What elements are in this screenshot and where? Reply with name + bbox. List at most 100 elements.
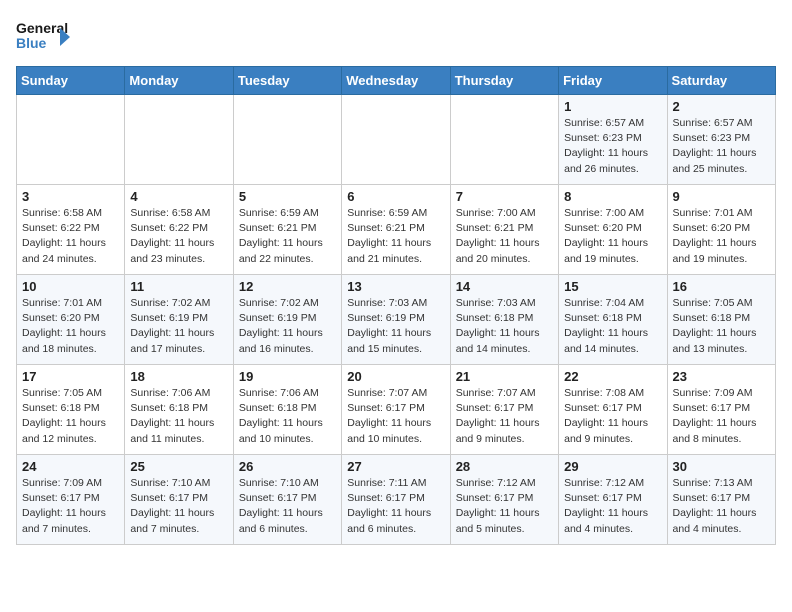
day-number: 6 <box>347 189 444 204</box>
calendar-cell: 29Sunrise: 7:12 AM Sunset: 6:17 PM Dayli… <box>559 455 667 545</box>
calendar-header-row: SundayMondayTuesdayWednesdayThursdayFrid… <box>17 67 776 95</box>
calendar-cell: 27Sunrise: 7:11 AM Sunset: 6:17 PM Dayli… <box>342 455 450 545</box>
day-info: Sunrise: 7:07 AM Sunset: 6:17 PM Dayligh… <box>347 386 444 447</box>
header: GeneralBlue <box>16 16 776 58</box>
day-number: 7 <box>456 189 553 204</box>
calendar-cell: 21 Sunrise: 7:07 AM Sunset: 6:17 PM Dayli… <box>450 365 558 455</box>
calendar-cell: 20 Sunrise: 7:07 AM Sunset: 6:17 PM Dayli… <box>342 365 450 455</box>
calendar-cell: 3 Sunrise: 6:58 AM Sunset: 6:22 PM Daylig… <box>17 185 125 275</box>
day-info: Sunrise: 7:13 AM Sunset: 6:17 PM Dayligh… <box>673 476 770 537</box>
day-number: 10 <box>22 279 119 294</box>
calendar-cell: 19 Sunrise: 7:06 AM Sunset: 6:18 PM Dayli… <box>233 365 341 455</box>
day-info: Sunrise: 7:12 AM Sunset: 6:17 PM Dayligh… <box>456 476 553 537</box>
calendar-week-row: 1 Sunrise: 6:57 AM Sunset: 6:23 PM Daylig… <box>17 95 776 185</box>
day-info: Sunrise: 6:57 AM Sunset: 6:23 PM Dayligh… <box>673 116 770 177</box>
day-number: 24 <box>22 459 119 474</box>
day-number: 4 <box>130 189 227 204</box>
calendar-cell: 23 Sunrise: 7:09 AM Sunset: 6:17 PM Dayli… <box>667 365 775 455</box>
day-info: Sunrise: 6:58 AM Sunset: 6:22 PM Dayligh… <box>22 206 119 267</box>
weekday-header: Tuesday <box>233 67 341 95</box>
calendar-table: SundayMondayTuesdayWednesdayThursdayFrid… <box>16 66 776 545</box>
day-number: 23 <box>673 369 770 384</box>
calendar-cell <box>125 95 233 185</box>
day-number: 12 <box>239 279 336 294</box>
day-info: Sunrise: 7:05 AM Sunset: 6:18 PM Dayligh… <box>22 386 119 447</box>
day-info: Sunrise: 7:10 AM Sunset: 6:17 PM Dayligh… <box>239 476 336 537</box>
calendar-cell: 1 Sunrise: 6:57 AM Sunset: 6:23 PM Daylig… <box>559 95 667 185</box>
calendar-cell: 10Sunrise: 7:01 AM Sunset: 6:20 PM Dayli… <box>17 275 125 365</box>
day-number: 5 <box>239 189 336 204</box>
day-number: 22 <box>564 369 661 384</box>
day-number: 19 <box>239 369 336 384</box>
day-info: Sunrise: 6:59 AM Sunset: 6:21 PM Dayligh… <box>239 206 336 267</box>
calendar-cell: 7 Sunrise: 7:00 AM Sunset: 6:21 PM Daylig… <box>450 185 558 275</box>
day-number: 15 <box>564 279 661 294</box>
calendar-cell: 30Sunrise: 7:13 AM Sunset: 6:17 PM Dayli… <box>667 455 775 545</box>
day-info: Sunrise: 7:09 AM Sunset: 6:17 PM Dayligh… <box>673 386 770 447</box>
calendar-cell: 5 Sunrise: 6:59 AM Sunset: 6:21 PM Daylig… <box>233 185 341 275</box>
calendar-cell: 6 Sunrise: 6:59 AM Sunset: 6:21 PM Daylig… <box>342 185 450 275</box>
weekday-header: Wednesday <box>342 67 450 95</box>
day-number: 13 <box>347 279 444 294</box>
day-info: Sunrise: 7:12 AM Sunset: 6:17 PM Dayligh… <box>564 476 661 537</box>
day-number: 3 <box>22 189 119 204</box>
weekday-header: Sunday <box>17 67 125 95</box>
logo: GeneralBlue <box>16 16 72 58</box>
day-number: 16 <box>673 279 770 294</box>
calendar-cell: 9 Sunrise: 7:01 AM Sunset: 6:20 PM Daylig… <box>667 185 775 275</box>
weekday-header: Monday <box>125 67 233 95</box>
weekday-header: Thursday <box>450 67 558 95</box>
day-info: Sunrise: 7:11 AM Sunset: 6:17 PM Dayligh… <box>347 476 444 537</box>
day-info: Sunrise: 7:02 AM Sunset: 6:19 PM Dayligh… <box>239 296 336 357</box>
day-number: 21 <box>456 369 553 384</box>
day-info: Sunrise: 7:03 AM Sunset: 6:18 PM Dayligh… <box>456 296 553 357</box>
day-info: Sunrise: 6:58 AM Sunset: 6:22 PM Dayligh… <box>130 206 227 267</box>
calendar-cell: 18 Sunrise: 7:06 AM Sunset: 6:18 PM Dayli… <box>125 365 233 455</box>
day-number: 20 <box>347 369 444 384</box>
day-info: Sunrise: 7:05 AM Sunset: 6:18 PM Dayligh… <box>673 296 770 357</box>
day-number: 14 <box>456 279 553 294</box>
calendar-cell <box>17 95 125 185</box>
day-number: 18 <box>130 369 227 384</box>
day-info: Sunrise: 7:06 AM Sunset: 6:18 PM Dayligh… <box>130 386 227 447</box>
calendar-cell: 2Sunrise: 6:57 AM Sunset: 6:23 PM Daylig… <box>667 95 775 185</box>
calendar-cell: 11 Sunrise: 7:02 AM Sunset: 6:19 PM Dayli… <box>125 275 233 365</box>
calendar-week-row: 17 Sunrise: 7:05 AM Sunset: 6:18 PM Dayli… <box>17 365 776 455</box>
calendar-cell <box>233 95 341 185</box>
day-number: 1 <box>564 99 661 114</box>
day-number: 11 <box>130 279 227 294</box>
calendar-cell: 17 Sunrise: 7:05 AM Sunset: 6:18 PM Dayli… <box>17 365 125 455</box>
day-info: Sunrise: 6:59 AM Sunset: 6:21 PM Dayligh… <box>347 206 444 267</box>
calendar-cell: 14 Sunrise: 7:03 AM Sunset: 6:18 PM Dayli… <box>450 275 558 365</box>
svg-text:Blue: Blue <box>16 35 47 51</box>
day-info: Sunrise: 7:07 AM Sunset: 6:17 PM Dayligh… <box>456 386 553 447</box>
day-number: 8 <box>564 189 661 204</box>
day-info: Sunrise: 7:03 AM Sunset: 6:19 PM Dayligh… <box>347 296 444 357</box>
day-info: Sunrise: 7:10 AM Sunset: 6:17 PM Dayligh… <box>130 476 227 537</box>
calendar-cell: 26Sunrise: 7:10 AM Sunset: 6:17 PM Dayli… <box>233 455 341 545</box>
day-number: 25 <box>130 459 227 474</box>
day-info: Sunrise: 7:08 AM Sunset: 6:17 PM Dayligh… <box>564 386 661 447</box>
day-info: Sunrise: 7:06 AM Sunset: 6:18 PM Dayligh… <box>239 386 336 447</box>
weekday-header: Saturday <box>667 67 775 95</box>
day-info: Sunrise: 7:00 AM Sunset: 6:21 PM Dayligh… <box>456 206 553 267</box>
weekday-header: Friday <box>559 67 667 95</box>
day-number: 9 <box>673 189 770 204</box>
day-info: Sunrise: 7:00 AM Sunset: 6:20 PM Dayligh… <box>564 206 661 267</box>
calendar-cell: 22 Sunrise: 7:08 AM Sunset: 6:17 PM Dayli… <box>559 365 667 455</box>
calendar-cell: 24 Sunrise: 7:09 AM Sunset: 6:17 PM Dayli… <box>17 455 125 545</box>
calendar-week-row: 24 Sunrise: 7:09 AM Sunset: 6:17 PM Dayli… <box>17 455 776 545</box>
day-info: Sunrise: 7:02 AM Sunset: 6:19 PM Dayligh… <box>130 296 227 357</box>
calendar-cell: 25 Sunrise: 7:10 AM Sunset: 6:17 PM Dayli… <box>125 455 233 545</box>
day-number: 17 <box>22 369 119 384</box>
logo-svg: GeneralBlue <box>16 16 72 58</box>
day-info: Sunrise: 7:04 AM Sunset: 6:18 PM Dayligh… <box>564 296 661 357</box>
calendar-week-row: 10Sunrise: 7:01 AM Sunset: 6:20 PM Dayli… <box>17 275 776 365</box>
day-number: 28 <box>456 459 553 474</box>
day-info: Sunrise: 6:57 AM Sunset: 6:23 PM Dayligh… <box>564 116 661 177</box>
day-info: Sunrise: 7:01 AM Sunset: 6:20 PM Dayligh… <box>673 206 770 267</box>
day-info: Sunrise: 7:09 AM Sunset: 6:17 PM Dayligh… <box>22 476 119 537</box>
calendar-week-row: 3 Sunrise: 6:58 AM Sunset: 6:22 PM Daylig… <box>17 185 776 275</box>
calendar-cell: 15 Sunrise: 7:04 AM Sunset: 6:18 PM Dayli… <box>559 275 667 365</box>
calendar-cell: 8 Sunrise: 7:00 AM Sunset: 6:20 PM Daylig… <box>559 185 667 275</box>
